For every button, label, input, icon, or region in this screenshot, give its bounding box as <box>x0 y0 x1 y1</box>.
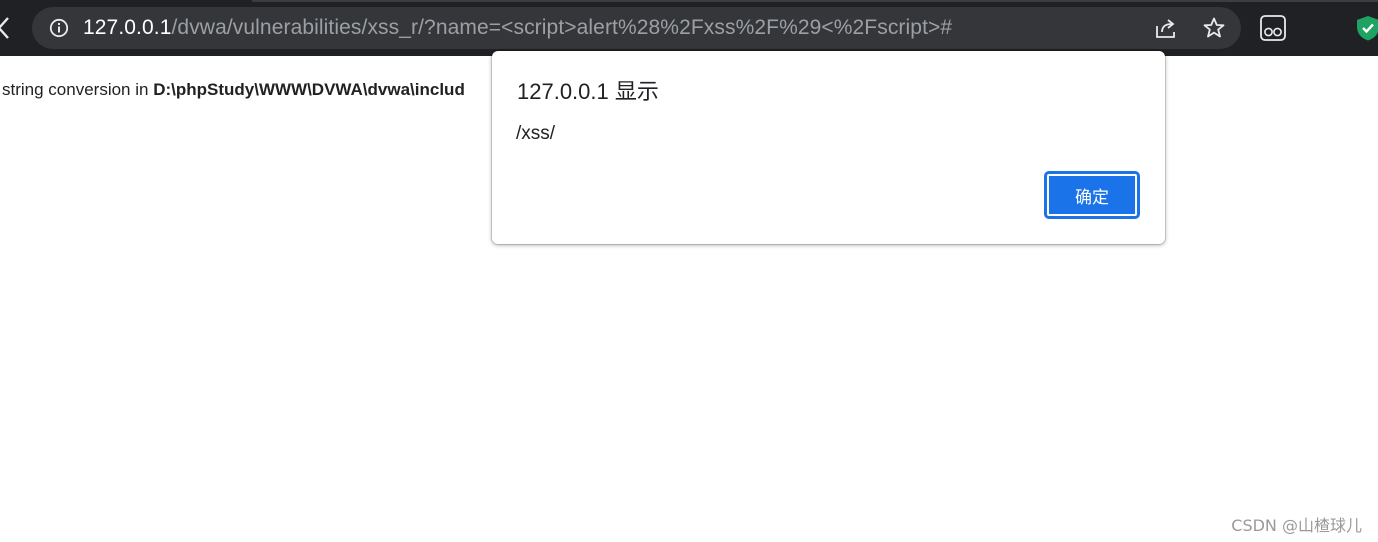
url-path: /dvwa/vulnerabilities/xss_r/?name=<scrip… <box>171 16 953 39</box>
dialog-title: 127.0.0.1 显示 <box>517 79 659 104</box>
address-bar[interactable]: 127.0.0.1/dvwa/vulnerabilities/xss_r/?na… <box>32 7 1241 49</box>
notice-prefix: string conversion in <box>2 80 154 99</box>
alert-dialog: 127.0.0.1 显示 /xss/ 确定 <box>492 51 1165 244</box>
browser-toolbar: 127.0.0.1/dvwa/vulnerabilities/xss_r/?na… <box>0 0 1378 56</box>
share-icon[interactable] <box>1154 17 1178 39</box>
url-host: 127.0.0.1 <box>83 16 172 39</box>
security-shield-icon[interactable] <box>1354 14 1378 42</box>
reading-mode-icon[interactable] <box>1259 14 1287 42</box>
bookmark-star-icon[interactable] <box>1202 16 1226 40</box>
dialog-message: /xss/ <box>516 123 556 144</box>
notice-file-path: D:\phpStudy\WWW\DVWA\dvwa\includ <box>153 80 465 99</box>
ok-button[interactable]: 确定 <box>1044 171 1140 219</box>
csdn-watermark: CSDN @山楂球儿 <box>1231 516 1362 535</box>
tab-strip-edge <box>252 0 1378 2</box>
site-info-icon[interactable] <box>49 18 69 38</box>
url-text[interactable]: 127.0.0.1/dvwa/vulnerabilities/xss_r/?na… <box>83 16 952 40</box>
php-notice-text: string conversion in D:\phpStudy\WWW\DVW… <box>2 78 465 102</box>
back-arrow-icon[interactable] <box>0 14 14 42</box>
